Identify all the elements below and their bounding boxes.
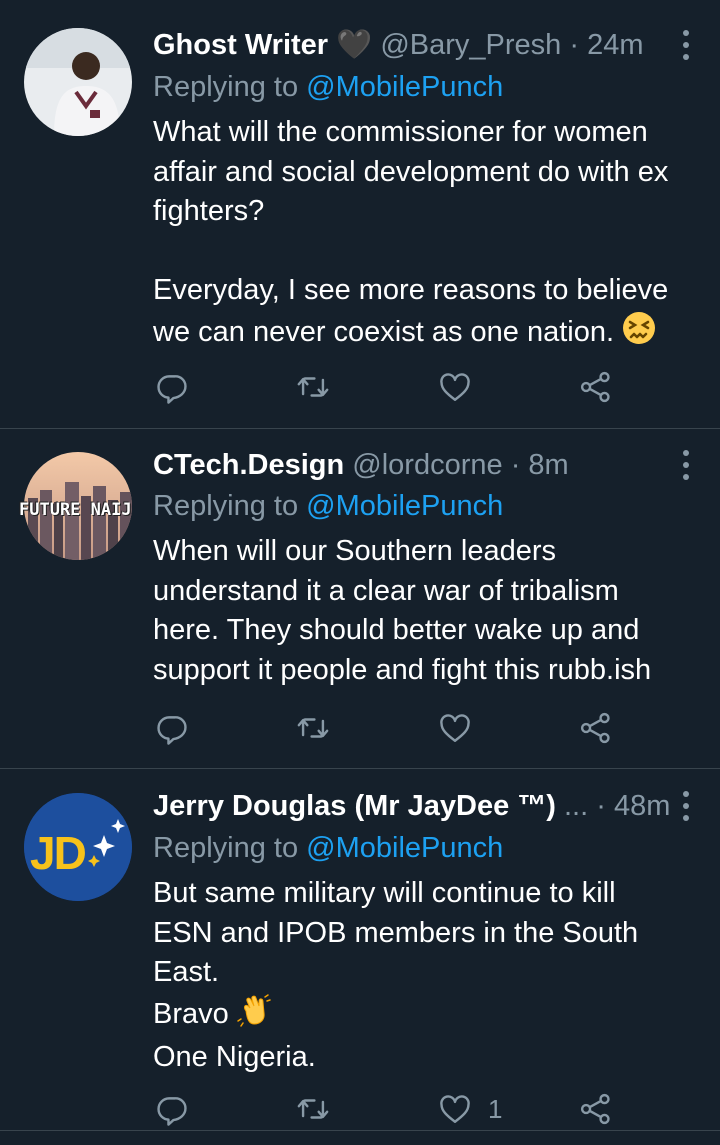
tweet-text: But same military will continue to kill … xyxy=(153,874,713,1078)
mention-link[interactable]: @MobilePunch xyxy=(306,490,503,522)
retweet-icon[interactable] xyxy=(296,367,330,407)
text-line: What will the commissioner for women xyxy=(153,116,648,148)
share-icon[interactable] xyxy=(579,367,613,407)
text-line: support it people and fight this rubb.is… xyxy=(153,653,652,686)
replying-to: Replying to @MobilePunch xyxy=(153,828,503,868)
retweet-icon[interactable] xyxy=(296,1089,330,1129)
share-icon[interactable] xyxy=(579,1089,613,1129)
display-name[interactable]: Jerry Douglas (Mr JayDee ™) xyxy=(153,790,556,822)
tweet-actions xyxy=(153,367,653,407)
reply-icon[interactable] xyxy=(155,367,189,407)
text-line-content: Bravo xyxy=(153,997,229,1030)
tweet[interactable]: Ghost Writer 🖤 @Bary_Presh · 24m Replyin… xyxy=(0,0,720,428)
more-icon[interactable] xyxy=(678,450,694,480)
share-icon[interactable] xyxy=(579,708,613,748)
text-line: here. They should better wake up and xyxy=(153,614,640,646)
text-line: Bravo xyxy=(153,993,713,1039)
reply-icon[interactable] xyxy=(155,708,189,748)
tweet-actions xyxy=(153,708,653,748)
like-count: 1 xyxy=(488,1093,503,1124)
like-icon[interactable]: 1 xyxy=(438,1089,502,1129)
replying-to-label: Replying to xyxy=(153,490,307,522)
separator: · xyxy=(569,29,580,61)
handle[interactable]: @Bary_Presh xyxy=(380,29,561,61)
mention-link[interactable]: @MobilePunch xyxy=(306,71,503,103)
text-line: affair and social development do with ex xyxy=(153,155,669,188)
text-line: Everyday, I see more reasons to believe xyxy=(153,274,669,306)
replying-to: Replying to @MobilePunch xyxy=(153,486,503,526)
display-name[interactable]: CTech.Design xyxy=(153,449,344,481)
replying-to-label: Replying to xyxy=(153,71,307,103)
text-line: When will our Southern leaders xyxy=(153,535,556,567)
tweet-header: Jerry Douglas (Mr JayDee ™) ... · 48m xyxy=(153,786,700,826)
text-line: East. xyxy=(153,956,220,988)
divider xyxy=(0,1130,720,1131)
display-name[interactable]: Ghost Writer xyxy=(153,29,328,61)
avatar-text: JD xyxy=(30,827,87,879)
replying-to: Replying to @MobilePunch xyxy=(153,67,503,107)
text-line xyxy=(153,232,713,272)
retweet-icon[interactable] xyxy=(296,708,330,748)
tweet-text: When will our Southern leaders understan… xyxy=(153,532,713,690)
tweet-header: CTech.Design @lordcorne · 8m xyxy=(153,445,700,485)
like-icon[interactable] xyxy=(438,708,488,748)
waving-hand-emoji xyxy=(237,993,271,1039)
name-ellipsis: ... xyxy=(564,790,589,822)
tweet-text: What will the commissioner for women aff… xyxy=(153,113,713,356)
tweet-actions: 1 xyxy=(153,1089,653,1129)
tweet-header: Ghost Writer 🖤 @Bary_Presh · 24m xyxy=(153,25,700,65)
timestamp[interactable]: 8m xyxy=(528,449,568,481)
more-icon[interactable] xyxy=(678,791,694,821)
text-line: ESN and IPOB members in the South xyxy=(153,916,639,949)
tweet[interactable]: JD Jerry Douglas (Mr JayDee ™) ... · 48m… xyxy=(0,769,720,1129)
text-line: One Nigeria. xyxy=(153,1041,316,1073)
timestamp[interactable]: 48m xyxy=(614,790,670,822)
text-line: But same military will continue to kill xyxy=(153,877,616,909)
tweet[interactable]: FUTURE NAIJ CTech.Design @lordcorne · 8m… xyxy=(0,429,720,768)
heart-emoji: 🖤 xyxy=(336,29,373,61)
avatar-text: FUTURE NAIJ xyxy=(19,500,132,520)
text-line: understand it a clear war of tribalism xyxy=(153,574,619,607)
mention-link[interactable]: @MobilePunch xyxy=(306,832,503,864)
replying-to-label: Replying to xyxy=(153,832,307,864)
text-line: we can never coexist as one nation. xyxy=(153,311,713,357)
separator: · xyxy=(596,790,606,822)
avatar[interactable] xyxy=(24,28,132,136)
like-icon[interactable] xyxy=(438,367,488,407)
text-line-content: we can never coexist as one nation. xyxy=(153,315,615,348)
text-line: fighters? xyxy=(153,195,265,227)
reply-icon[interactable] xyxy=(155,1089,189,1129)
timestamp[interactable]: 24m xyxy=(587,29,643,61)
confounded-face-emoji xyxy=(622,311,656,357)
handle[interactable]: @lordcorne xyxy=(352,449,502,481)
separator: · xyxy=(510,449,521,481)
more-icon[interactable] xyxy=(678,30,694,60)
